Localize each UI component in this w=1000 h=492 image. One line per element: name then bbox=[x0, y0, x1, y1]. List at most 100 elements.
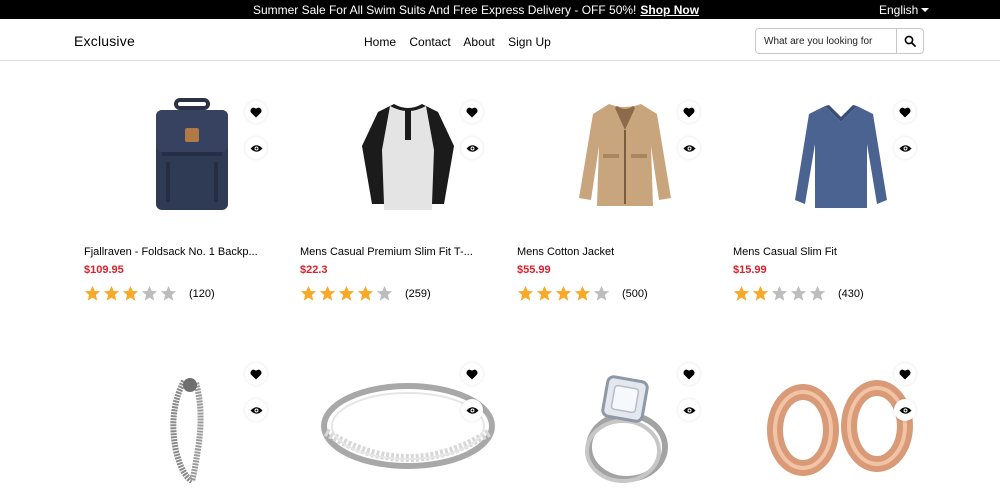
wishlist-button[interactable] bbox=[245, 363, 267, 385]
heart-icon bbox=[683, 107, 695, 117]
product-price: $15.99 bbox=[733, 264, 767, 276]
search-button[interactable] bbox=[896, 29, 923, 53]
star-icon bbox=[809, 285, 826, 301]
product-image[interactable] bbox=[300, 362, 516, 492]
product-image[interactable] bbox=[84, 362, 300, 492]
star-icon bbox=[84, 285, 101, 301]
shop-now-link[interactable]: Shop Now bbox=[640, 3, 699, 17]
wishlist-button[interactable] bbox=[461, 363, 483, 385]
heart-icon bbox=[899, 369, 911, 379]
product-price: $55.99 bbox=[517, 264, 551, 276]
promo-text: Summer Sale For All Swim Suits And Free … bbox=[252, 3, 637, 17]
product-image[interactable] bbox=[517, 86, 733, 226]
eye-icon bbox=[683, 406, 695, 414]
eye-icon bbox=[250, 144, 262, 152]
nav-contact[interactable]: Contact bbox=[409, 35, 450, 49]
star-icon bbox=[376, 285, 393, 301]
product-image[interactable] bbox=[84, 86, 300, 226]
henley-shirt-image bbox=[362, 104, 454, 210]
product-image[interactable] bbox=[733, 362, 949, 492]
nav-links: Home Contact About Sign Up bbox=[364, 35, 561, 49]
quick-view-button[interactable] bbox=[461, 137, 483, 159]
product-price: $109.95 bbox=[84, 264, 124, 276]
quick-view-button[interactable] bbox=[245, 137, 267, 159]
review-count: (120) bbox=[189, 287, 215, 300]
nav-home[interactable]: Home bbox=[364, 35, 396, 49]
review-count: (500) bbox=[622, 287, 648, 300]
sweater-image bbox=[795, 105, 887, 208]
wishlist-button[interactable] bbox=[678, 363, 700, 385]
eye-icon bbox=[466, 144, 478, 152]
product-image[interactable] bbox=[300, 86, 516, 226]
caret-down-icon bbox=[921, 8, 930, 12]
star-icon bbox=[300, 285, 317, 301]
product-title[interactable]: Mens Cotton Jacket bbox=[517, 246, 614, 258]
search-input[interactable] bbox=[756, 29, 896, 53]
rating: (259) bbox=[300, 285, 431, 302]
eye-icon bbox=[466, 406, 478, 414]
nav-about[interactable]: About bbox=[463, 35, 494, 49]
quick-view-button[interactable] bbox=[245, 399, 267, 421]
star-icon bbox=[536, 285, 553, 301]
promo-banner: Summer Sale For All Swim Suits And Free … bbox=[0, 3, 952, 17]
heart-icon bbox=[683, 369, 695, 379]
heart-icon bbox=[899, 107, 911, 117]
nav-sign-up[interactable]: Sign Up bbox=[508, 35, 551, 49]
jacket-image bbox=[579, 104, 671, 206]
logo[interactable]: Exclusive bbox=[74, 33, 135, 49]
ear-tunnels-image bbox=[767, 380, 913, 476]
wishlist-button[interactable] bbox=[678, 101, 700, 123]
engagement-ring-image bbox=[585, 375, 668, 483]
rating: (500) bbox=[517, 285, 648, 302]
search-icon bbox=[904, 35, 916, 47]
rating: (430) bbox=[733, 285, 864, 302]
language-label: English bbox=[879, 3, 919, 17]
quick-view-button[interactable] bbox=[461, 399, 483, 421]
review-count: (259) bbox=[405, 287, 431, 300]
wishlist-button[interactable] bbox=[894, 363, 916, 385]
eye-icon bbox=[899, 144, 911, 152]
bracelet-image bbox=[170, 378, 204, 483]
star-icon bbox=[319, 285, 336, 301]
quick-view-button[interactable] bbox=[678, 399, 700, 421]
heart-icon bbox=[250, 107, 262, 117]
product-image[interactable] bbox=[517, 362, 733, 492]
star-icon bbox=[790, 285, 807, 301]
heart-icon bbox=[250, 369, 262, 379]
review-count: (430) bbox=[838, 287, 864, 300]
product-title[interactable]: Fjallraven - Foldsack No. 1 Backp... bbox=[84, 246, 258, 258]
wishlist-button[interactable] bbox=[894, 101, 916, 123]
ring-image bbox=[321, 383, 495, 469]
star-icon bbox=[593, 285, 610, 301]
star-icon bbox=[574, 285, 591, 301]
star-icon bbox=[752, 285, 769, 301]
product-image[interactable] bbox=[733, 86, 949, 226]
star-icon bbox=[122, 285, 139, 301]
backpack-image bbox=[156, 98, 228, 210]
wishlist-button[interactable] bbox=[461, 101, 483, 123]
navbar: Exclusive Home Contact About Sign Up bbox=[0, 19, 1000, 61]
product-title[interactable]: Mens Casual Slim Fit bbox=[733, 246, 837, 258]
eye-icon bbox=[899, 406, 911, 414]
star-icon bbox=[357, 285, 374, 301]
star-icon bbox=[338, 285, 355, 301]
star-icon bbox=[555, 285, 572, 301]
heart-icon bbox=[466, 369, 478, 379]
star-icon bbox=[733, 285, 750, 301]
quick-view-button[interactable] bbox=[678, 137, 700, 159]
heart-icon bbox=[466, 107, 478, 117]
eye-icon bbox=[250, 406, 262, 414]
star-icon bbox=[160, 285, 177, 301]
eye-icon bbox=[683, 144, 695, 152]
language-select[interactable]: English bbox=[879, 3, 930, 17]
quick-view-button[interactable] bbox=[894, 399, 916, 421]
search-box bbox=[755, 28, 924, 54]
announcement-bar: Summer Sale For All Swim Suits And Free … bbox=[0, 0, 1000, 19]
quick-view-button[interactable] bbox=[894, 137, 916, 159]
wishlist-button[interactable] bbox=[245, 101, 267, 123]
star-icon bbox=[771, 285, 788, 301]
star-icon bbox=[517, 285, 534, 301]
product-title[interactable]: Mens Casual Premium Slim Fit T-... bbox=[300, 246, 473, 258]
product-price: $22.3 bbox=[300, 264, 328, 276]
star-icon bbox=[103, 285, 120, 301]
